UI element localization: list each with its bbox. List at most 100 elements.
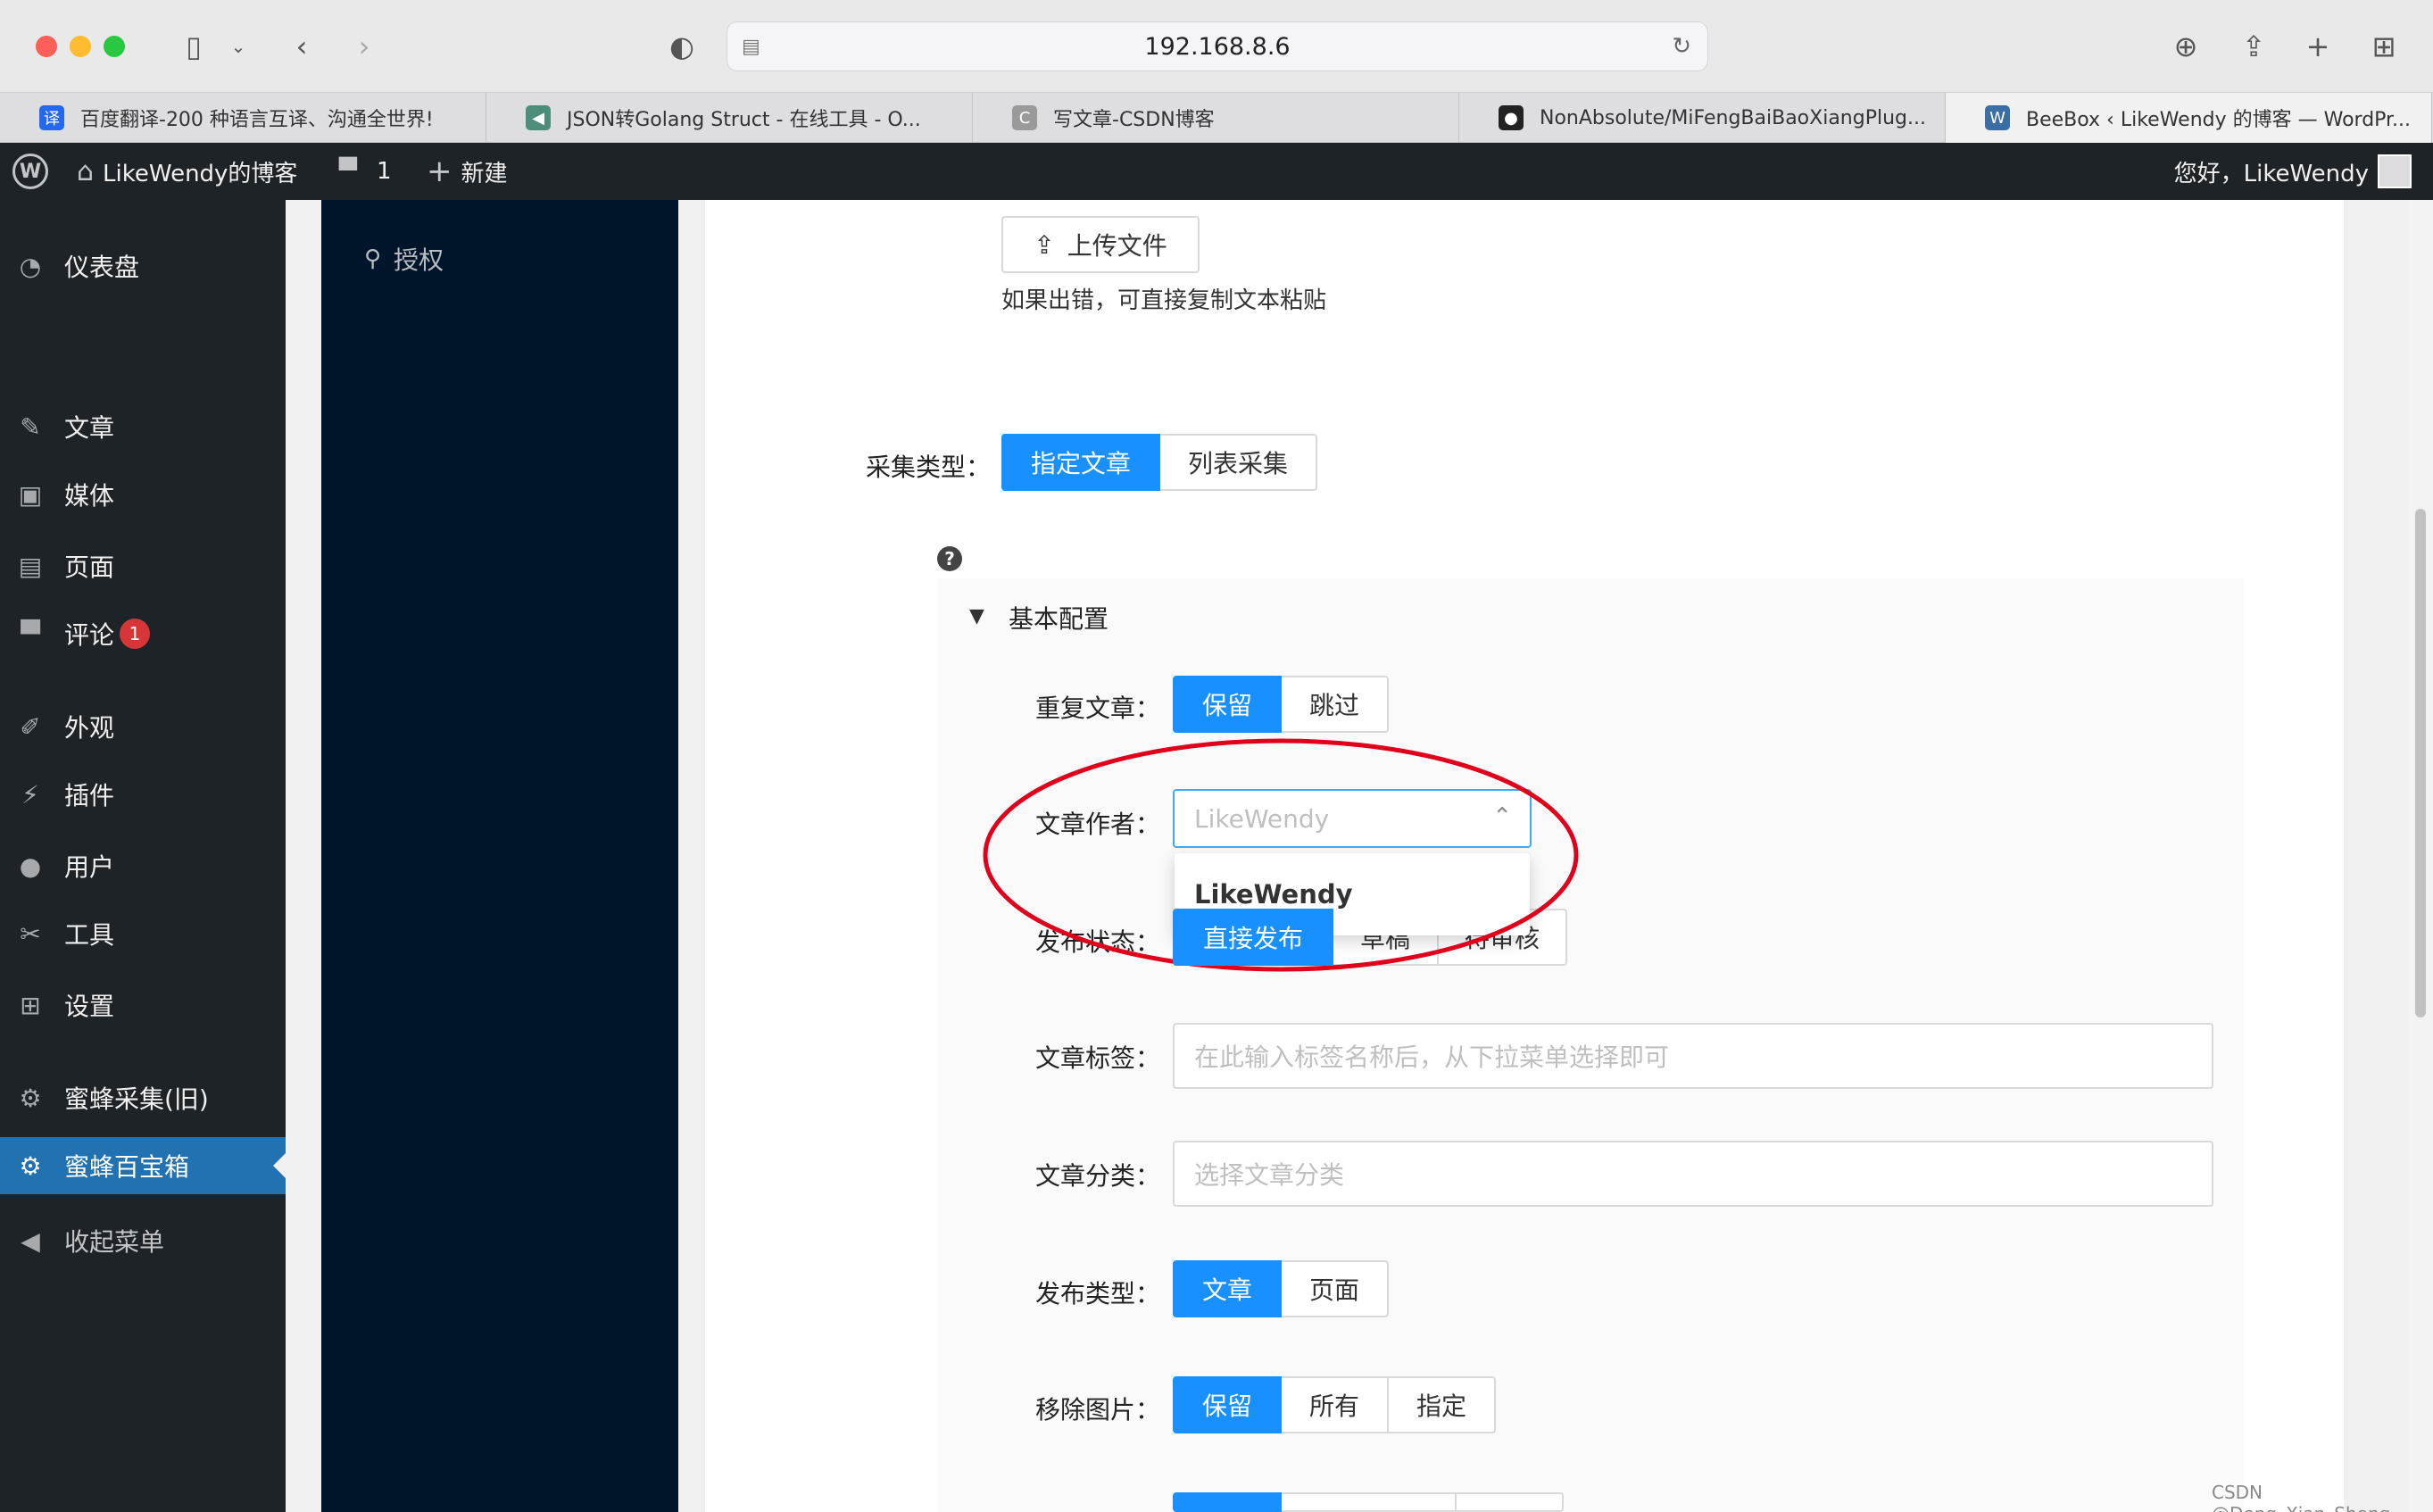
upload-file-button[interactable]: ⇪ 上传文件: [1001, 216, 1200, 273]
tags-placeholder: 在此输入标签名称后，从下拉菜单选择即可: [1194, 1043, 1670, 1072]
gear-icon: ⚙: [19, 1151, 42, 1181]
gear-icon: ⚙: [19, 1083, 42, 1113]
collapse-icon: ◀: [21, 1225, 40, 1256]
post-type-page[interactable]: 页面: [1280, 1260, 1389, 1317]
share-icon[interactable]: ⇪: [2231, 27, 2276, 66]
plus-icon: +: [427, 154, 453, 189]
key-icon: ⚲: [364, 245, 382, 272]
sidebar-item-label: 工具: [64, 920, 115, 950]
tab-title: BeeBox ‹ LikeWendy 的博客 — WordPr...: [2026, 109, 2412, 131]
sidebar-item-label: 仪表盘: [64, 253, 140, 282]
sidebar-item-label: 用户: [64, 852, 115, 882]
browser-tab[interactable]: 译百度翻译-200 种语言互译、沟通全世界!: [0, 93, 486, 143]
plugin-nav-auth[interactable]: ⚲ 授权: [364, 241, 444, 277]
post-type-post[interactable]: 文章: [1173, 1260, 1282, 1317]
browser-tab[interactable]: ● NonAbsolute/MiFengBaiBaoXiangPlug...: [1459, 93, 1946, 143]
comments-count: 1: [377, 158, 392, 185]
comments-link[interactable]: ▀ 1: [339, 143, 392, 200]
minimize-window-button[interactable]: [70, 36, 91, 57]
remove-images-all[interactable]: 所有: [1280, 1376, 1389, 1433]
auth-label: 授权: [394, 245, 444, 275]
close-window-button[interactable]: [36, 36, 57, 57]
json-tool-icon: ◀: [526, 105, 551, 130]
forward-icon[interactable]: ›: [346, 27, 382, 66]
duplicate-label: 重复文章：: [1034, 694, 1160, 723]
collect-type-specified[interactable]: 指定文章: [1001, 434, 1160, 491]
address-bar[interactable]: ▤ 192.168.8.6 ↻: [727, 21, 1708, 71]
github-icon: ●: [1499, 105, 1524, 130]
duplicate-keep[interactable]: 保留: [1173, 676, 1282, 733]
tags-label: 文章标签：: [1034, 1043, 1160, 1073]
sidebar-item[interactable]: ⊞ 设置: [0, 976, 286, 1034]
maximize-window-button[interactable]: [104, 36, 125, 57]
sidebar-item-label: 蜜蜂采集(旧): [64, 1084, 209, 1114]
new-tab-icon[interactable]: +: [2296, 27, 2340, 66]
collect-type-toggle: 指定文章 列表采集: [1001, 434, 1317, 491]
sidebar-item[interactable]: ⚙ 蜜蜂百宝箱: [0, 1137, 286, 1194]
sidebar-item[interactable]: ⚡ 插件: [0, 766, 286, 823]
sidebar-item[interactable]: ▣ 媒体: [0, 466, 286, 523]
remove-images-keep[interactable]: 保留: [1173, 1376, 1282, 1433]
chevron-down-icon[interactable]: ⌄: [225, 27, 252, 66]
sidebar-item[interactable]: ◀ 收起菜单: [0, 1212, 286, 1269]
sidebar-item-label: 页面: [64, 552, 115, 582]
settings-icon: ⊞: [20, 990, 41, 1020]
new-label: 新建: [461, 160, 508, 187]
comment-icon: ▀: [339, 158, 357, 185]
sidebar-item[interactable]: ✐ 外观: [0, 698, 286, 755]
dashboard-icon: ◔: [19, 251, 42, 281]
account-link[interactable]: 您好，LikeWendy: [2174, 143, 2369, 200]
sidebar-item[interactable]: ⚙ 蜜蜂采集(旧): [0, 1069, 286, 1126]
sidebar-item-label: 外观: [64, 713, 115, 743]
tab-title: JSON转Golang Struct - 在线工具 - O...: [567, 109, 921, 131]
sidebar-item-label: 蜜蜂百宝箱: [64, 1152, 190, 1182]
partial-toggle-segment: [1173, 1492, 1282, 1512]
browser-tab[interactable]: C 写文章-CSDN博客: [973, 93, 1459, 143]
avatar[interactable]: [2378, 143, 2412, 200]
home-icon: ⌂: [77, 155, 95, 187]
sidebar-item[interactable]: ✂ 工具: [0, 905, 286, 962]
shield-icon[interactable]: ◐: [662, 27, 702, 66]
sidebar-item[interactable]: ▀ 评论 1: [0, 605, 286, 662]
sidebar-item[interactable]: ✎ 文章: [0, 398, 286, 455]
basic-config-title[interactable]: 基本配置: [1009, 600, 1109, 636]
tab-title: 百度翻译-200 种语言互译、沟通全世界!: [80, 109, 434, 131]
sidebar-item[interactable]: ◔ 仪表盘: [0, 237, 286, 295]
duplicate-skip[interactable]: 跳过: [1280, 676, 1389, 733]
reload-icon[interactable]: ↻: [1672, 33, 1691, 60]
help-icon[interactable]: ?: [937, 546, 962, 571]
collect-type-list[interactable]: 列表采集: [1158, 434, 1317, 491]
page-icon: ▤: [18, 551, 43, 581]
wordpress-logo-icon[interactable]: W: [12, 143, 48, 200]
sidebar-toggle-icon[interactable]: ▯: [171, 27, 216, 66]
sidebar-item-label: 文章: [64, 413, 115, 443]
sidebar-item[interactable]: ▤ 页面: [0, 537, 286, 594]
browser-tab[interactable]: ◀ JSON转Golang Struct - 在线工具 - O...: [486, 93, 973, 143]
caret-down-icon[interactable]: ▼: [969, 605, 984, 627]
scrollbar-thumb[interactable]: [2415, 509, 2426, 1018]
tags-input[interactable]: 在此输入标签名称后，从下拉菜单选择即可: [1173, 1023, 2213, 1089]
upload-label: 上传文件: [1067, 231, 1167, 261]
sidebar-item[interactable]: ● 用户: [0, 837, 286, 894]
sidebar-item-label: 收起菜单: [64, 1227, 165, 1257]
new-content-link[interactable]: + 新建: [427, 143, 508, 200]
category-select[interactable]: 选择文章分类: [1173, 1141, 2213, 1207]
site-name-link[interactable]: ⌂ LikeWendy的博客: [77, 143, 297, 200]
category-placeholder: 选择文章分类: [1194, 1160, 1345, 1190]
comment-icon: ▀: [21, 619, 40, 649]
collect-type-label: 采集类型：: [865, 453, 991, 482]
sidebar-item-label: 设置: [64, 992, 115, 1021]
back-icon[interactable]: ‹: [284, 27, 320, 66]
watermark: CSDN @Deng_Xian_Sheng: [2212, 1482, 2390, 1512]
post-type-toggle: 文章 页面: [1173, 1260, 1389, 1317]
baidu-translate-icon: 译: [39, 105, 64, 130]
remove-images-specified[interactable]: 指定: [1387, 1376, 1496, 1433]
status-publish[interactable]: 直接发布: [1173, 909, 1333, 966]
plugin-side-panel: [321, 200, 678, 1512]
browser-toolbar: ▯ ⌄ ‹ › ◐ ▤ 192.168.8.6 ↻ ⊕ ⇪ + ⊞: [0, 0, 2433, 93]
tab-overview-icon[interactable]: ⊞: [2362, 27, 2406, 66]
tab-bar: 译百度翻译-200 种语言互译、沟通全世界! ◀ JSON转Golang Struc…: [0, 93, 2433, 143]
browser-tab[interactable]: W BeeBox ‹ LikeWendy 的博客 — WordPr...: [1946, 93, 2432, 143]
page-icon: ▤: [742, 35, 760, 58]
download-icon[interactable]: ⊕: [2163, 27, 2208, 66]
